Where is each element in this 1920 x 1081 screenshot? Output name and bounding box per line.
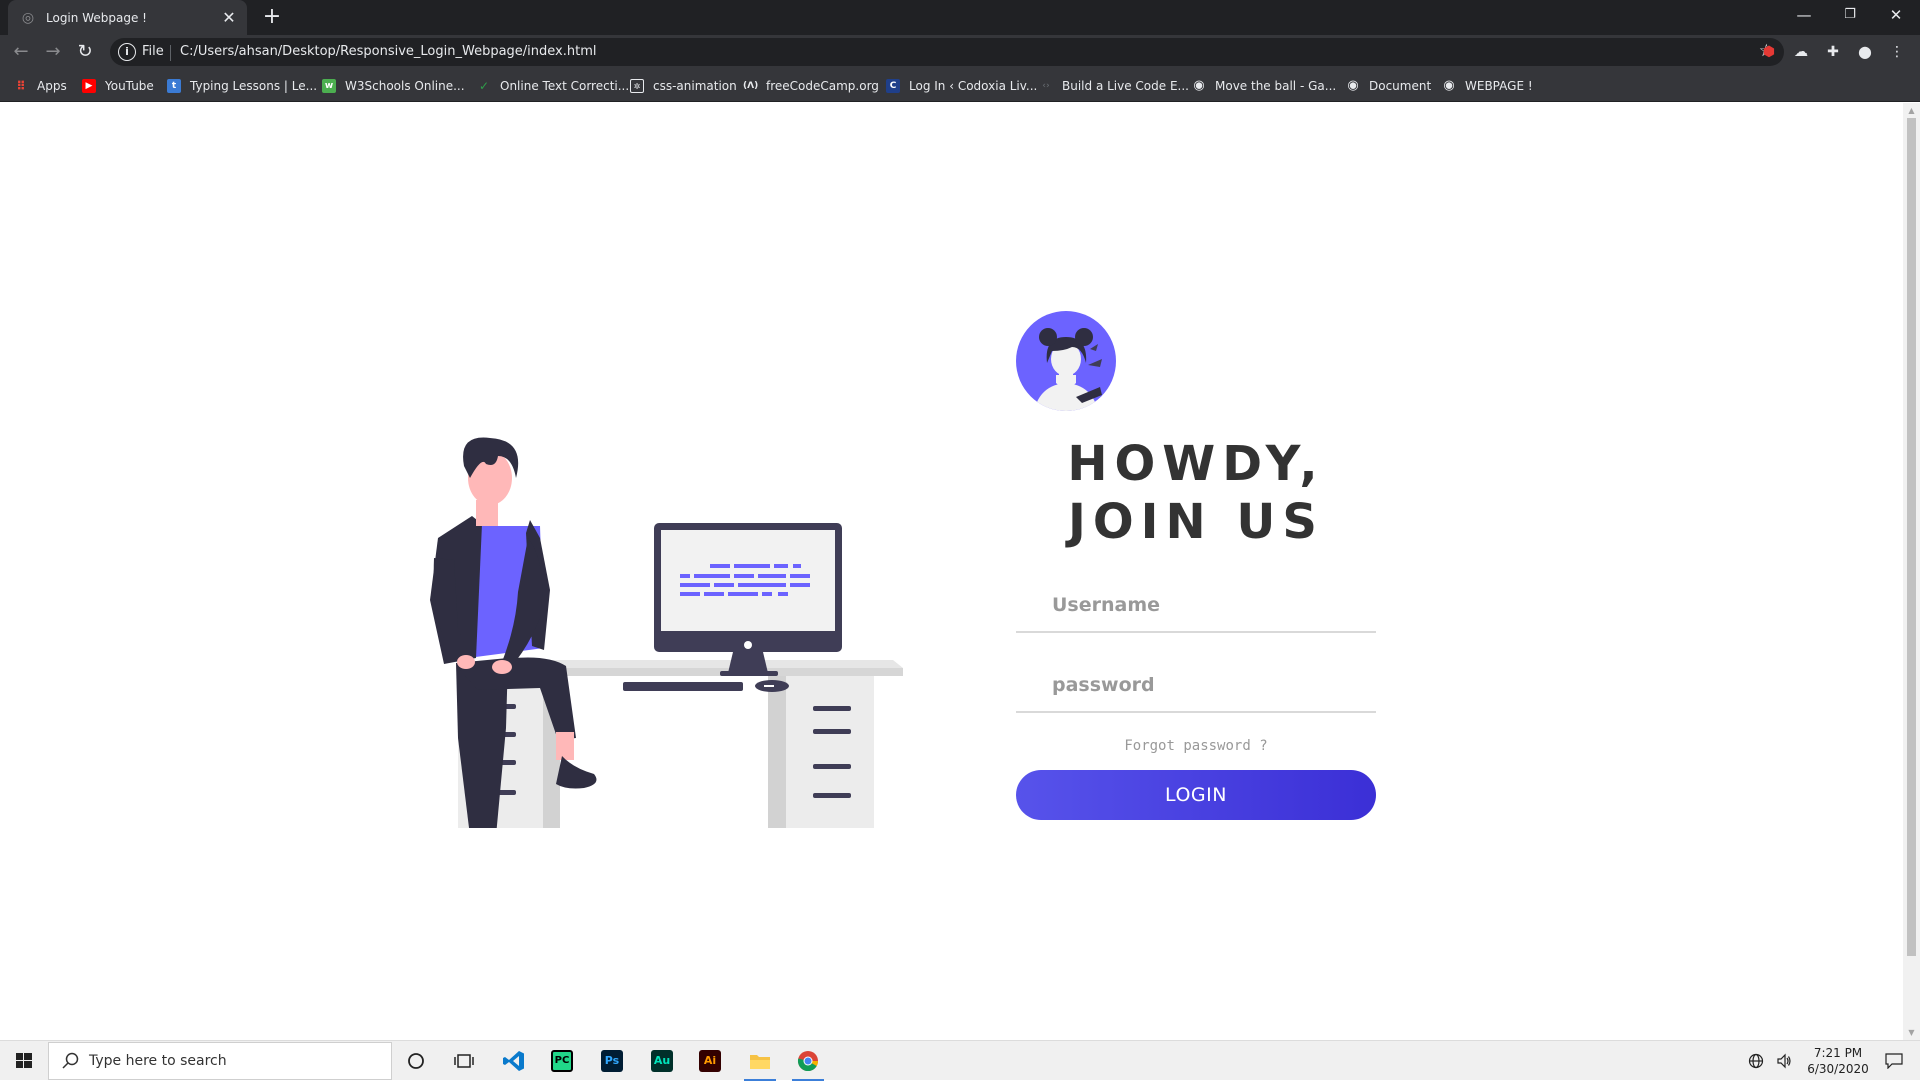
photoshop-icon[interactable]: Ps [588,1041,636,1081]
tab-close-icon[interactable]: ✕ [217,6,241,30]
freecodecamp-icon: (Λ) [743,81,759,91]
bookmark-document[interactable]: ◉ Document [1346,77,1431,95]
apps-grid-icon: ⠿ [16,79,26,93]
windows-taskbar: Type here to search PC Ps Au Ai 7:21 PM … [0,1040,1920,1081]
browser-tab[interactable]: ◎ Login Webpage ! ✕ [8,0,247,35]
restore-icon[interactable]: ❐ [1827,0,1873,30]
back-arrow-icon[interactable]: ← [8,39,34,65]
bookmark-webpage[interactable]: ◉ WEBPAGE ! [1442,77,1533,95]
bookmark-label: freeCodeCamp.org [766,79,879,93]
youtube-icon: ▶ [82,79,96,93]
bookmark-label: YouTube [105,79,154,93]
profile-avatar-icon[interactable]: ● [1856,43,1874,61]
extension-cloud-icon[interactable]: ☁ [1792,43,1810,61]
password-field-wrapper [1016,661,1376,713]
username-field-wrapper [1016,581,1376,633]
new-tab-button[interactable]: + [258,4,286,32]
close-window-icon[interactable]: ✕ [1873,0,1919,30]
code-brackets-icon: ‹› [1042,81,1050,91]
bookmark-label: Typing Lessons | Le... [190,79,318,93]
login-button[interactable]: LOGIN [1016,770,1376,820]
tab-strip: ◎ Login Webpage ! ✕ + — ❐ ✕ [0,0,1920,35]
globe-icon: ◉ [1193,78,1205,93]
url-text[interactable]: C:/Users/ahsan/Desktop/Responsive_Login_… [180,44,597,59]
bookmark-css-animation[interactable]: ✲ css-animation [630,77,737,95]
forgot-password-link[interactable]: Forgot password ? [1016,738,1376,754]
extension-shield-icon[interactable]: ⬢ [1760,43,1778,61]
info-icon[interactable]: i [118,43,136,61]
browser-toolbar: ← → ↻ i File C:/Users/ahsan/Desktop/Resp… [0,35,1920,69]
vscode-icon[interactable] [490,1041,538,1081]
scroll-thumb[interactable] [1907,118,1916,956]
search-icon [62,1052,79,1069]
address-bar[interactable]: i File C:/Users/ahsan/Desktop/Responsive… [110,38,1784,66]
scroll-down-arrow-icon[interactable]: ▼ [1903,1025,1920,1040]
pycharm-icon[interactable]: PC [538,1041,586,1081]
taskbar-clock[interactable]: 7:21 PM 6/30/2020 [1798,1045,1878,1077]
checkmark-icon: ✓ [478,79,490,93]
audition-icon[interactable]: Au [638,1041,686,1081]
codoxia-icon: C [886,79,900,93]
globe-icon: ◉ [1443,78,1455,93]
bookmark-label: css-animation [653,79,737,93]
headline-line-2: JOIN US [1068,494,1324,550]
bookmark-freecodecamp[interactable]: (Λ) freeCodeCamp.org [743,77,879,95]
bookmark-label: WEBPAGE ! [1465,79,1533,93]
bookmark-label: Online Text Correcti... [500,79,630,93]
bookmark-label: W3Schools Online... [345,79,465,93]
bookmark-label: Document [1369,79,1432,93]
scroll-up-arrow-icon[interactable]: ▲ [1903,103,1920,118]
windows-start-icon[interactable] [0,1041,48,1081]
task-view-icon[interactable] [440,1041,488,1081]
puzzle-extensions-icon[interactable]: ✚ [1824,43,1842,61]
clock-time: 7:21 PM [1813,1046,1863,1060]
search-placeholder: Type here to search [89,1053,227,1069]
typing-icon: t [167,79,181,93]
chrome-icon[interactable] [784,1041,832,1081]
illustrator-icon[interactable]: Ai [686,1041,734,1081]
forward-arrow-icon[interactable]: → [40,39,66,65]
avatar [1016,311,1116,411]
minimize-icon[interactable]: — [1781,0,1827,30]
page-scrollbar[interactable]: ▲ ▼ [1903,103,1920,1040]
globe-icon: ◉ [1347,78,1359,93]
page-viewport: HOWDY, JOIN US Forgot password ? LOGIN ▲… [0,103,1920,1040]
bookmark-label: Apps [37,79,67,93]
omnibox-divider [170,45,171,61]
bookmark-move-ball[interactable]: ◉ Move the ball - Ga... [1192,77,1336,95]
login-form: HOWDY, JOIN US Forgot password ? LOGIN [1016,311,1376,820]
bookmark-codoxia[interactable]: C Log In ‹ Codoxia Liv... [886,77,1037,95]
globe-icon: ◎ [21,9,35,26]
bookmarks-bar: ⠿ Apps ▶ YouTube t Typing Lessons | Le..… [0,69,1920,102]
bookmark-label: Move the ball - Ga... [1215,79,1337,93]
bookmark-label: Build a Live Code E... [1062,79,1189,93]
bookmark-live-code[interactable]: ‹› Build a Live Code E... [1039,77,1189,95]
url-scheme-label: File [142,44,164,59]
desk-person-illustration [430,437,903,828]
network-globe-icon[interactable] [1742,1041,1770,1081]
bookmark-online-text[interactable]: ✓ Online Text Correcti... [477,77,629,95]
notification-center-icon[interactable] [1874,1041,1914,1081]
clock-date: 6/30/2020 [1807,1062,1869,1076]
cortana-icon[interactable] [392,1041,440,1081]
taskbar-search-box[interactable]: Type here to search [48,1042,392,1080]
bookmark-w3schools[interactable]: w W3Schools Online... [322,77,465,95]
page-title: HOWDY, JOIN US [1016,435,1376,551]
volume-icon[interactable] [1770,1041,1798,1081]
bookmark-typing-lessons[interactable]: t Typing Lessons | Le... [167,77,317,95]
bookmark-apps[interactable]: ⠿ Apps [14,77,67,95]
password-input[interactable] [1016,661,1376,709]
tab-title: Login Webpage ! [46,10,147,25]
headline-line-1: HOWDY, [1067,436,1325,492]
css-animation-icon: ✲ [630,79,644,93]
kebab-menu-icon[interactable]: ⋮ [1888,43,1906,61]
file-explorer-icon[interactable] [736,1041,784,1081]
username-input[interactable] [1016,581,1376,629]
bookmark-label: Log In ‹ Codoxia Liv... [909,79,1038,93]
bookmark-youtube[interactable]: ▶ YouTube [82,77,154,95]
reload-icon[interactable]: ↻ [72,39,98,65]
w3schools-icon: w [322,79,336,93]
